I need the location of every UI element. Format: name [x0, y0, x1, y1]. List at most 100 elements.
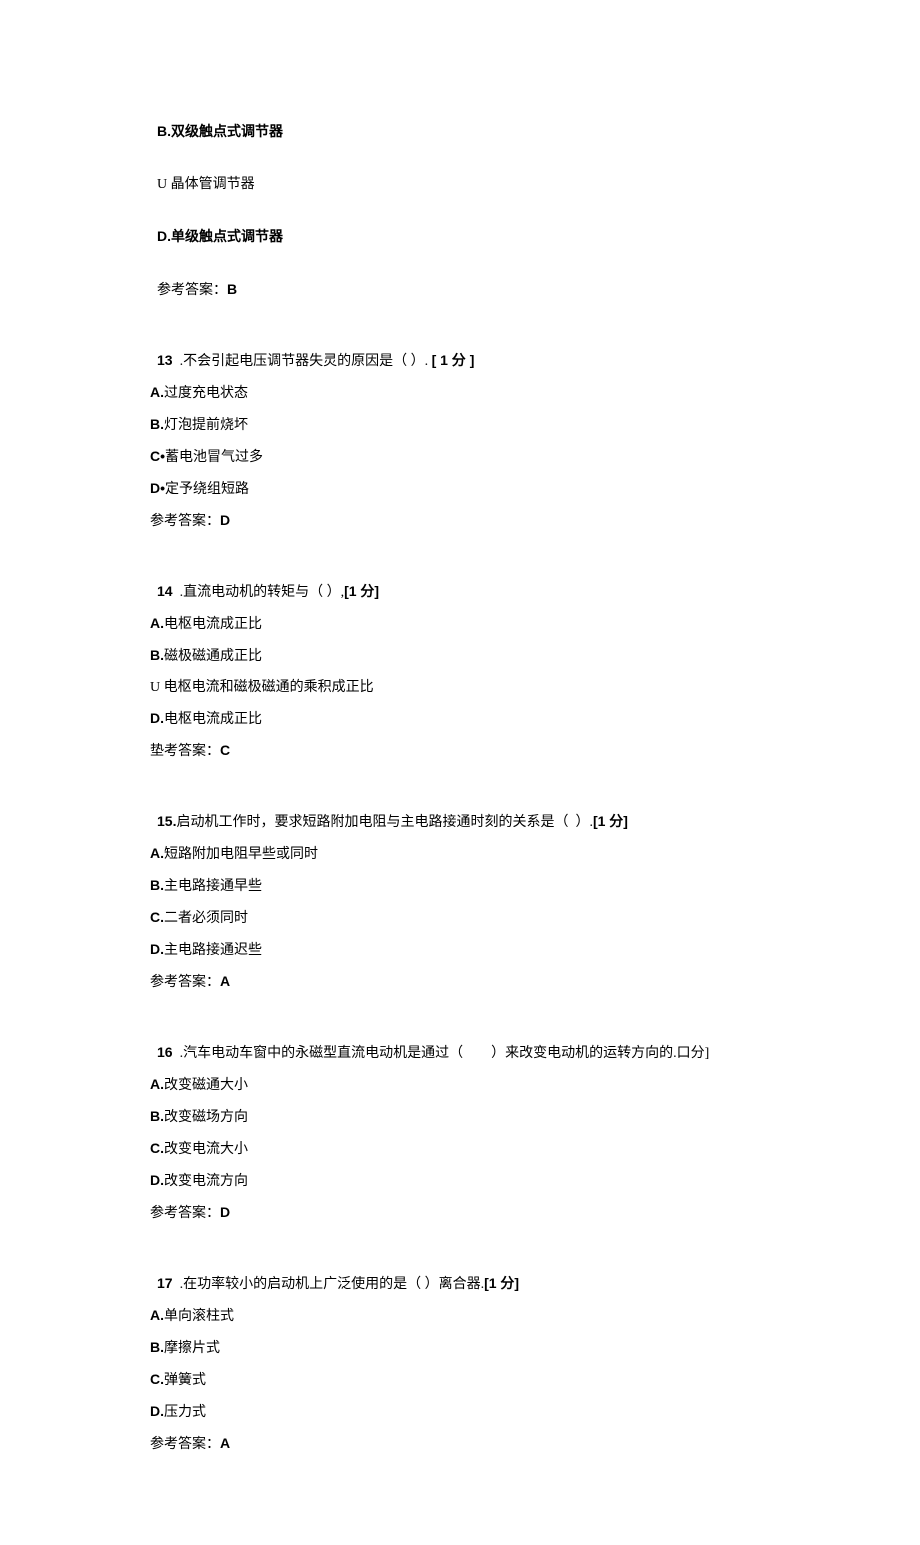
- option-text: 二者必须同时: [164, 911, 248, 926]
- option-line: C.弹簧式: [150, 1369, 920, 1391]
- option-line: D.改变电流方向: [150, 1170, 920, 1192]
- option-line: D•定予绕组短路: [150, 478, 920, 500]
- option-line: A.改变磁通大小: [150, 1074, 920, 1096]
- option-line: A.电枢电流成正比: [150, 613, 920, 635]
- question-text: 启动机工作时，要求短路附加电阻与主电路接通时刻的关系是（ ）.: [176, 815, 593, 830]
- option-text: 电枢电流成正比: [164, 617, 262, 632]
- question-stem: 14 .直流电动机的转矩与（ ）,[1 分]: [150, 560, 920, 603]
- question-number: 17: [157, 1275, 173, 1291]
- spacer: [150, 311, 920, 329]
- option-text: U 晶体管调节器: [157, 177, 255, 192]
- question-score: [1 分]: [484, 1275, 519, 1291]
- answer-line: 参考答案：B: [150, 258, 920, 301]
- option-line: U 电枢电流和磁极磁通的乘积成正比: [150, 677, 920, 698]
- option-line: D.主电路接通迟些: [150, 939, 920, 961]
- question-stem: 15.启动机工作时，要求短路附加电阻与主电路接通时刻的关系是（ ）.[1 分]: [150, 790, 920, 833]
- spacer: [150, 772, 920, 790]
- option-text: 磁极磁通成正比: [164, 649, 262, 664]
- answer-label: 垫考答案：: [150, 744, 220, 759]
- answer-label: 参考答案：: [150, 1206, 220, 1221]
- option-label: D.: [150, 1403, 164, 1419]
- option-line: B.主电路接通早些: [150, 875, 920, 897]
- option-text: 改变电流大小: [164, 1142, 248, 1157]
- answer-label: 参考答案：: [157, 283, 227, 298]
- question-stem: 17 .在功率较小的启动机上广泛使用的是（ ）离合器.[1 分]: [150, 1252, 920, 1295]
- option-text: 电枢电流和磁极磁通的乘积成正比: [164, 680, 374, 695]
- option-label: C.: [150, 909, 164, 925]
- option-line: A.短路附加电阻早些或同时: [150, 843, 920, 865]
- option-line: C•蓄电池冒气过多: [150, 446, 920, 468]
- option-line: A.过度充电状态: [150, 382, 920, 404]
- option-label: C•: [150, 448, 165, 464]
- question-score: [ 1 分 ]: [432, 352, 475, 368]
- option-label: B.: [150, 1339, 164, 1355]
- option-line: D.单级触点式调节器: [150, 205, 920, 248]
- option-label: B.: [150, 1108, 164, 1124]
- option-line: B.摩擦片式: [150, 1337, 920, 1359]
- option-label: B.: [150, 647, 164, 663]
- option-line: D.压力式: [150, 1401, 920, 1423]
- option-line: B.磁极磁通成正比: [150, 645, 920, 667]
- option-text: 压力式: [164, 1405, 206, 1420]
- option-text: 蓄电池冒气过多: [165, 450, 263, 465]
- option-label: D.: [150, 941, 164, 957]
- option-label: D.: [150, 1172, 164, 1188]
- option-text: 改变磁场方向: [164, 1110, 248, 1125]
- question-score: [1 分]: [344, 583, 379, 599]
- question-number: 14: [157, 583, 173, 599]
- option-line: B.双级触点式调节器: [150, 100, 920, 143]
- option-line: A.单向滚柱式: [150, 1305, 920, 1327]
- option-label: B.: [150, 877, 164, 893]
- answer-label: 参考答案：: [150, 975, 220, 990]
- option-label: A.: [150, 1307, 164, 1323]
- answer-value: D: [220, 512, 230, 528]
- answer-line: 参考答案：A: [150, 971, 920, 993]
- option-text: 摩擦片式: [164, 1341, 220, 1356]
- answer-value: A: [220, 973, 230, 989]
- question-text: .在功率较小的启动机上广泛使用的是（ ）离合器.: [173, 1277, 485, 1292]
- option-line: D.电枢电流成正比: [150, 708, 920, 730]
- question-number: 16: [157, 1044, 173, 1060]
- option-line: C.改变电流大小: [150, 1138, 920, 1160]
- option-label: C.: [150, 1140, 164, 1156]
- option-label: D.: [150, 710, 164, 726]
- spacer: [150, 1234, 920, 1252]
- answer-line: 垫考答案：C: [150, 740, 920, 762]
- question-text: .不会引起电压调节器失灵的原因是（ ）.: [173, 354, 432, 369]
- answer-value: A: [220, 1435, 230, 1451]
- option-text: 短路附加电阻早些或同时: [164, 847, 318, 862]
- option-text: 改变电流方向: [164, 1174, 248, 1189]
- option-text: D.单级触点式调节器: [157, 228, 283, 244]
- spacer: [150, 542, 920, 560]
- option-line: B.灯泡提前烧坏: [150, 414, 920, 436]
- option-label: A.: [150, 384, 164, 400]
- question-text: .汽车电动车窗中的永磁型直流电动机是通过（ ）来改变电动机的运转方向的.口分]: [173, 1046, 710, 1061]
- option-text: 单向滚柱式: [164, 1309, 234, 1324]
- question-stem: 13 .不会引起电压调节器失灵的原因是（ ）. [ 1 分 ]: [150, 329, 920, 372]
- answer-value: B: [227, 281, 237, 297]
- option-text: 过度充电状态: [164, 386, 248, 401]
- answer-line: 参考答案：D: [150, 510, 920, 532]
- answer-line: 参考答案：A: [150, 1433, 920, 1455]
- question-text: .直流电动机的转矩与（ ）,: [173, 585, 345, 600]
- option-label: C.: [150, 1371, 164, 1387]
- option-label: D•: [150, 480, 165, 496]
- option-text: 弹簧式: [164, 1373, 206, 1388]
- answer-label: 参考答案：: [150, 1437, 220, 1452]
- option-text: 主电路接通迟些: [164, 943, 262, 958]
- option-label: U: [150, 680, 164, 695]
- question-number: 13: [157, 352, 173, 368]
- option-line: C.二者必须同时: [150, 907, 920, 929]
- option-text: 灯泡提前烧坏: [164, 418, 248, 433]
- option-text: B.双级触点式调节器: [157, 123, 283, 139]
- option-text: 电枢电流成正比: [164, 712, 262, 727]
- option-text: 定予绕组短路: [165, 482, 249, 497]
- option-text: 改变磁通大小: [164, 1078, 248, 1093]
- option-label: A.: [150, 1076, 164, 1092]
- option-line: U 晶体管调节器: [150, 153, 920, 195]
- option-label: B.: [150, 416, 164, 432]
- option-line: B.改变磁场方向: [150, 1106, 920, 1128]
- option-label: A.: [150, 615, 164, 631]
- option-label: A.: [150, 845, 164, 861]
- answer-value: C: [220, 742, 230, 758]
